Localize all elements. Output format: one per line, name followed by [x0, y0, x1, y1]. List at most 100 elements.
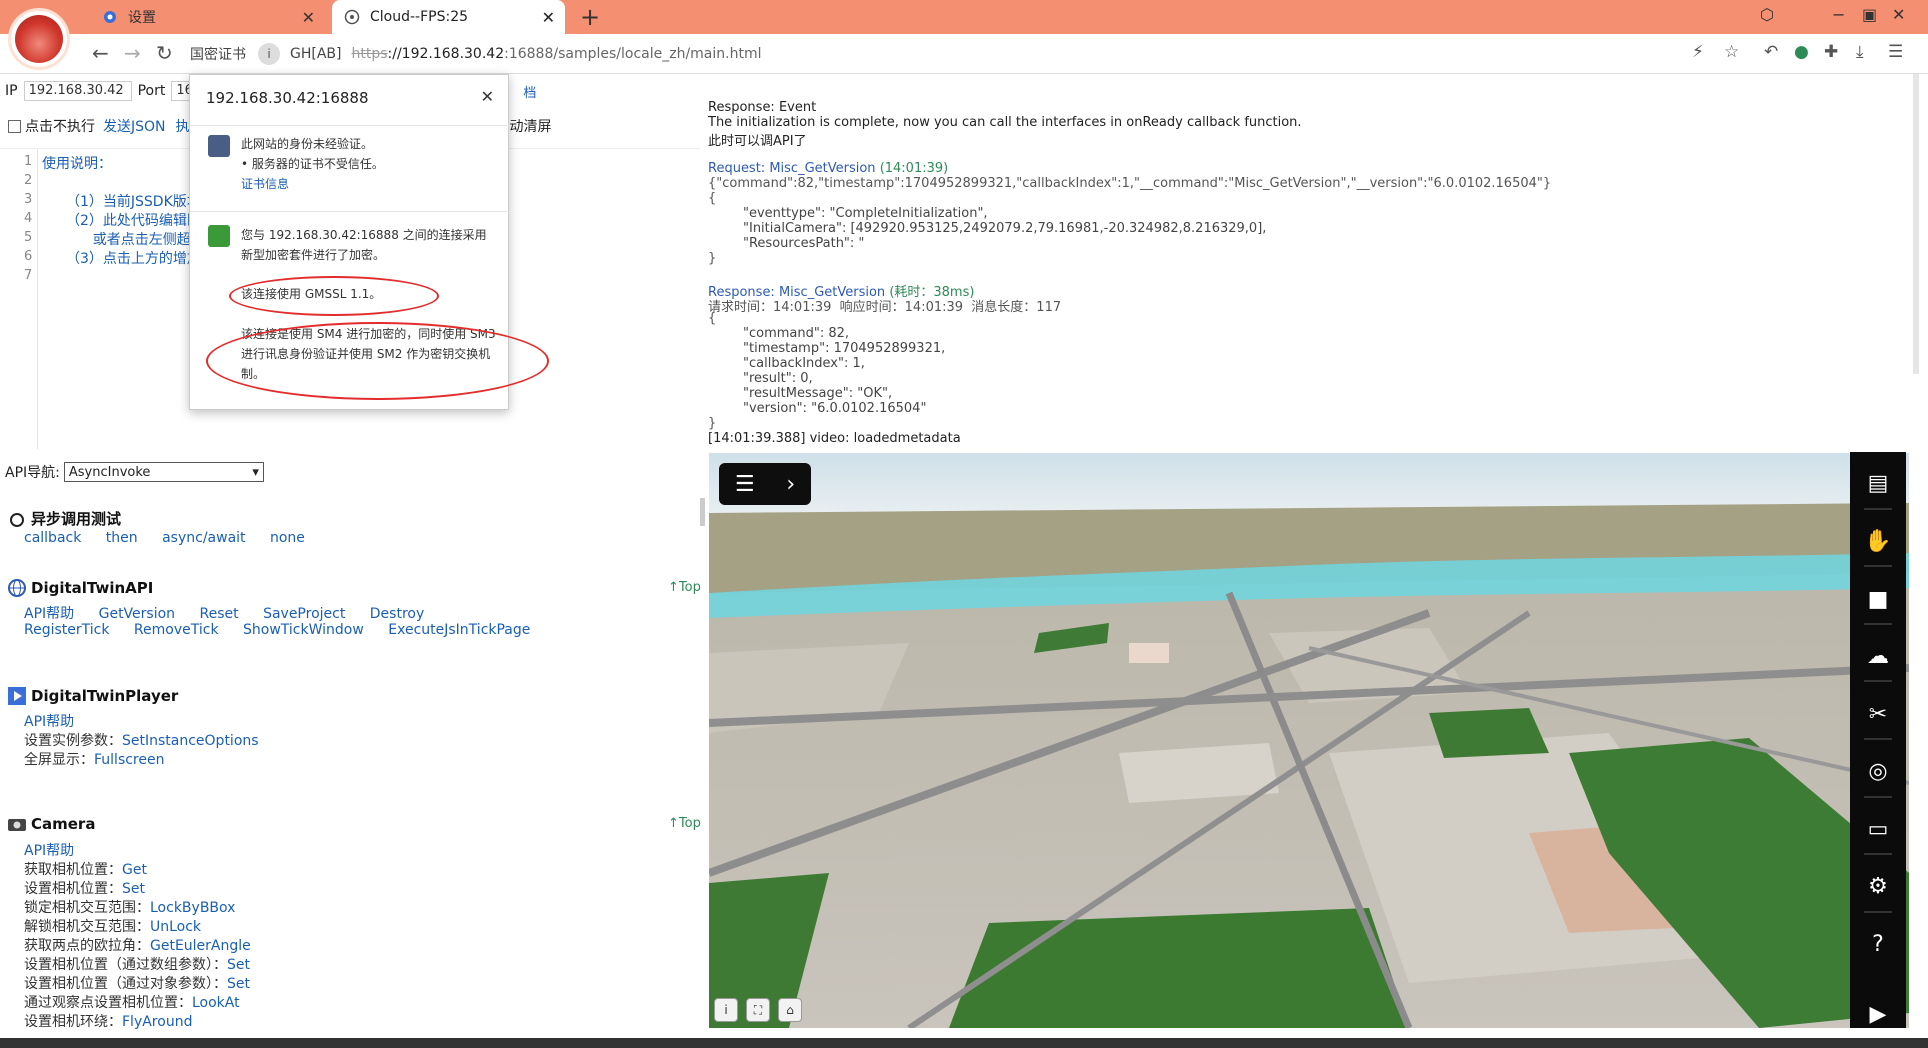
geteulerangle-link[interactable]: GetEulerAngle [150, 938, 251, 954]
tab-cloud[interactable]: Cloud--FPS:25 ✕ [332, 0, 565, 34]
close-icon[interactable]: ✕ [542, 8, 555, 27]
removetick-link[interactable]: RemoveTick [134, 622, 219, 638]
hand-icon[interactable]: ✋ [1864, 528, 1892, 556]
get-link[interactable]: Get [122, 862, 147, 878]
taskbar-strip [0, 1038, 1928, 1048]
gear-icon [102, 9, 118, 25]
console-scrollbar[interactable] [1913, 74, 1919, 374]
minimize-icon[interactable]: − [1832, 5, 1845, 24]
weather-icon[interactable]: ☁ [1864, 643, 1892, 671]
url-text[interactable]: https://192.168.30.42:16888/samples/loca… [351, 46, 761, 62]
then-link[interactable]: then [106, 530, 138, 546]
annotation-ellipse [229, 276, 439, 316]
api-help-link[interactable]: API帮助 [24, 843, 74, 859]
top-link[interactable]: ↑Top [668, 580, 701, 595]
destroy-link[interactable]: Destroy [370, 606, 424, 622]
viewport-sidebar: ▤ ✋ ■ ☁ ✂ ◎ ▭ ⚙ ? ▶ [1850, 452, 1906, 1028]
panel-resize-handle[interactable] [700, 498, 705, 526]
send-json-link[interactable]: 发送JSON [103, 116, 166, 136]
saveproject-link[interactable]: SaveProject [263, 606, 345, 622]
forward-icon[interactable]: → [124, 41, 141, 65]
lookat-link[interactable]: LookAt [192, 995, 240, 1011]
reset-link[interactable]: Reset [200, 606, 239, 622]
play-icon[interactable]: ▶ [1864, 1000, 1892, 1028]
registertick-link[interactable]: RegisterTick [24, 622, 109, 638]
close-icon[interactable]: ✕ [481, 87, 494, 106]
camera-line: 设置相机环绕：FlyAround [24, 1014, 193, 1030]
none-link[interactable]: none [270, 530, 305, 546]
settings-icon[interactable]: ⚙ [1864, 873, 1892, 901]
lightning-icon[interactable]: ⚡ [1692, 42, 1704, 62]
exec-link[interactable]: 执 [176, 116, 190, 136]
api-nav-select[interactable]: AsyncInvoke ▾ [63, 462, 264, 482]
set-object-link[interactable]: Set [227, 976, 250, 992]
code-line: （3）点击上方的增加 [66, 251, 201, 267]
async-await-link[interactable]: async/await [162, 530, 245, 546]
set-array-link[interactable]: Set [227, 957, 250, 973]
line-number: 2 [24, 173, 33, 188]
fullscreen-icon[interactable]: ⛶ [746, 998, 770, 1022]
new-tab-button[interactable]: + [580, 3, 600, 31]
code-line: 或者点击左侧超 [66, 232, 191, 248]
help-icon[interactable]: ? [1864, 931, 1892, 959]
back-icon[interactable]: ← [92, 41, 109, 65]
3d-viewport[interactable]: ☰ › [709, 453, 1909, 1028]
api-help-link[interactable]: API帮助 [24, 606, 74, 622]
digitaltwinapi-title: DigitalTwinAPI [7, 578, 153, 598]
tools-icon[interactable]: ✂ [1864, 700, 1892, 728]
menu-icon[interactable]: ☰ [1888, 42, 1903, 62]
line-number: 4 [24, 211, 33, 226]
console-line: "InitialCamera": [492920.953125,2492079.… [743, 221, 1267, 236]
camera-icon[interactable]: ■ [1864, 585, 1892, 613]
cert-label[interactable]: 国密证书 [190, 44, 246, 64]
print-icon[interactable]: ▭ [1864, 816, 1892, 844]
home-icon[interactable]: ⌂ [778, 998, 802, 1022]
callback-link[interactable]: callback [24, 530, 81, 546]
identity-text: 此网站的身份未经验证。 • 服务器的证书不受信任。 证书信息 [241, 134, 496, 194]
compass-icon[interactable]: ◎ [1864, 758, 1892, 786]
menu-icon[interactable]: ☰ [735, 472, 755, 497]
divider [1864, 910, 1892, 913]
top-link[interactable]: ↑Top [668, 816, 701, 831]
no-exec-checkbox[interactable] [8, 119, 21, 133]
flyaround-link[interactable]: FlyAround [122, 1014, 192, 1030]
unlock-link[interactable]: UnLock [150, 919, 201, 935]
ip-input[interactable]: 192.168.30.42 [23, 81, 132, 101]
line-number: 7 [24, 268, 33, 283]
doc-link[interactable]: 档 [523, 82, 536, 101]
console-line: } [708, 416, 717, 431]
showtickwindow-link[interactable]: ShowTickWindow [243, 622, 364, 638]
auto-clear-label[interactable]: 动清屏 [510, 116, 552, 136]
getversion-link[interactable]: GetVersion [99, 606, 175, 622]
fullscreen-link[interactable]: Fullscreen [94, 752, 164, 768]
setinstanceoptions-link[interactable]: SetInstanceOptions [122, 733, 259, 749]
cert-info-link[interactable]: 证书信息 [241, 174, 496, 194]
info-icon[interactable]: i [258, 43, 280, 65]
console-line: Response: Event [708, 100, 817, 115]
digitaltwinapi-row2: RegisterTick RemoveTick ShowTickWindow E… [24, 622, 550, 638]
connection-text: 您与 192.168.30.42:16888 之间的连接采用新型加密套件进行了加… [241, 228, 487, 262]
reload-icon[interactable]: ↻ [156, 41, 173, 65]
player-set-line: 设置实例参数：SetInstanceOptions [24, 733, 259, 749]
layers-icon[interactable]: ▤ [1864, 470, 1892, 498]
undo-icon[interactable]: ↶ [1764, 42, 1778, 62]
camera-line: 锁定相机交互范围：LockByBBox [24, 900, 236, 916]
globe-ext-icon[interactable]: ● [1794, 42, 1809, 62]
info-icon[interactable]: i [714, 998, 738, 1022]
tab-settings[interactable]: 设置 ✕ [90, 0, 325, 34]
star-icon[interactable]: ☆ [1724, 42, 1739, 62]
extension-icon[interactable]: ⬡ [1760, 5, 1774, 24]
download-icon[interactable]: ⤓ [1856, 42, 1864, 62]
console-line: "callbackIndex": 1, [743, 356, 865, 371]
puzzle-icon[interactable]: ✚ [1824, 42, 1838, 62]
api-help-link[interactable]: API帮助 [24, 714, 74, 730]
close-window-icon[interactable]: ✕ [1892, 5, 1905, 24]
chevron-right-icon[interactable]: › [786, 472, 795, 497]
set-link[interactable]: Set [122, 881, 145, 897]
restore-icon[interactable]: ▣ [1862, 5, 1877, 24]
close-icon[interactable]: ✕ [302, 8, 315, 27]
executejsintickpage-link[interactable]: ExecuteJsInTickPage [388, 622, 530, 638]
address-bar[interactable]: 国密证书 i GH[AB] https://192.168.30.42:1688… [190, 39, 1730, 69]
code-line: （2）此处代码编辑区 [66, 213, 201, 229]
lockbybbox-link[interactable]: LockByBBox [150, 900, 235, 916]
